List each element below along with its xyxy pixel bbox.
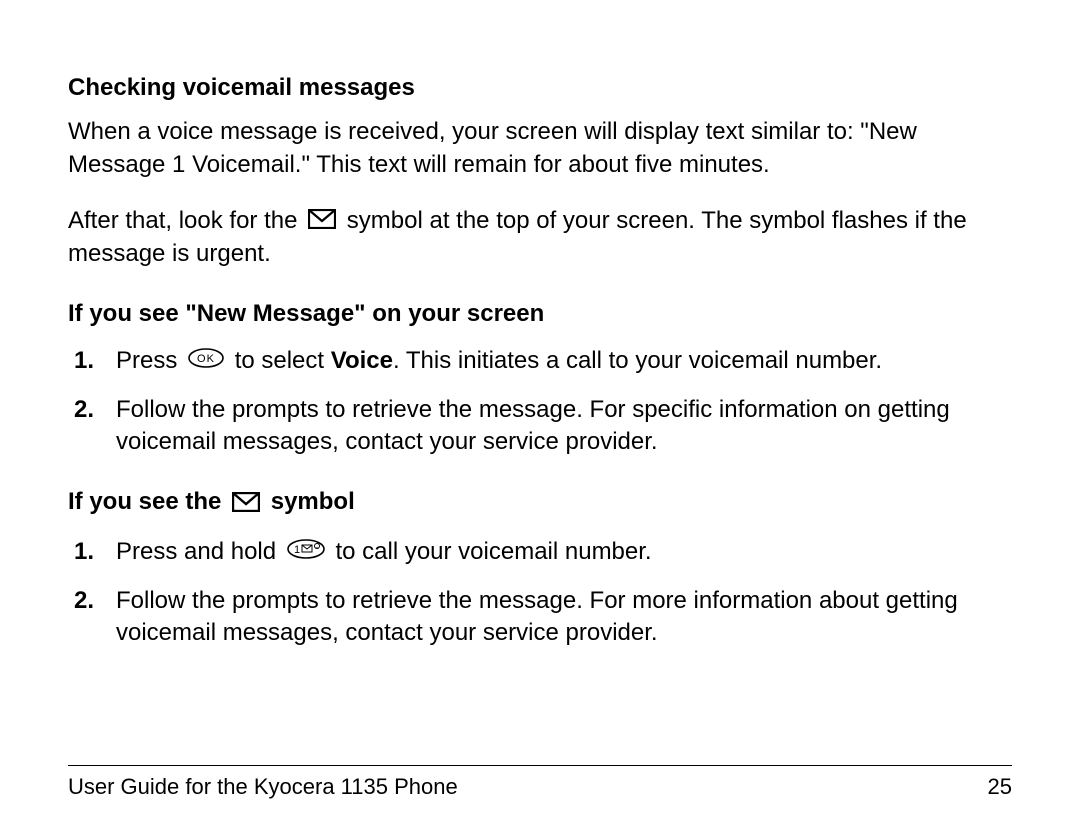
subheading-2-a: If you see the: [68, 488, 228, 515]
paragraph-1: When a voice message is received, your s…: [68, 116, 1012, 181]
page-content: Checking voicemail messages When a voice…: [68, 72, 1012, 649]
list-item: Press and hold 1 to call your voicemail …: [68, 536, 1012, 569]
envelope-icon: [308, 206, 336, 238]
one-key-icon: 1: [287, 536, 325, 568]
page-number: 25: [988, 774, 1012, 800]
ok-button-icon: OK: [188, 345, 224, 377]
subheading-1: If you see "New Message" on your screen: [68, 298, 1012, 330]
list1-item1-d: . This initiates a call to your voicemai…: [393, 347, 882, 374]
list-1: Press OK to select Voice. This initiates…: [68, 345, 1012, 459]
list1-item1-b: to select: [235, 347, 331, 374]
section-heading: Checking voicemail messages: [68, 72, 1012, 104]
list2-item1-a: Press and hold: [116, 538, 283, 565]
subheading-2: If you see the symbol: [68, 486, 1012, 521]
page-footer: User Guide for the Kyocera 1135 Phone 25: [68, 765, 1012, 800]
list-item: Follow the prompts to retrieve the messa…: [68, 394, 1012, 459]
list1-item1-a: Press: [116, 347, 184, 374]
footer-title: User Guide for the Kyocera 1135 Phone: [68, 774, 458, 800]
footer-divider: [68, 765, 1012, 766]
envelope-icon: [232, 489, 260, 521]
list-item: Follow the prompts to retrieve the messa…: [68, 585, 1012, 650]
svg-text:1: 1: [294, 544, 300, 556]
list-item: Press OK to select Voice. This initiates…: [68, 345, 1012, 378]
subheading-2-b: symbol: [271, 488, 355, 515]
paragraph-2-part-a: After that, look for the: [68, 207, 304, 234]
list-2: Press and hold 1 to call your voicemail …: [68, 536, 1012, 650]
footer-row: User Guide for the Kyocera 1135 Phone 25: [68, 774, 1012, 800]
svg-text:OK: OK: [197, 353, 215, 365]
paragraph-2: After that, look for the symbol at the t…: [68, 205, 1012, 270]
list2-item1-b: to call your voicemail number.: [335, 538, 651, 565]
list1-item1-voice: Voice: [331, 347, 393, 374]
